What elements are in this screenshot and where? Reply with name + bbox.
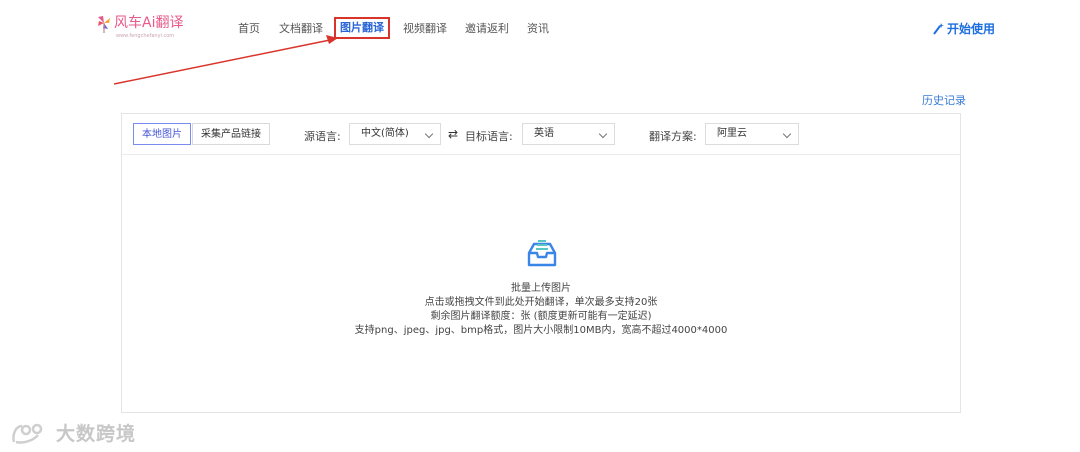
swap-languages-icon[interactable]: ⇄ [448,127,458,141]
target-language-select[interactable]: 英语 [522,123,615,145]
nav-video-translation[interactable]: 视频翻译 [403,20,447,36]
source-language-label: 源语言: [304,130,341,143]
upload-dropzone[interactable]: 批量上传图片 点击或拖拽文件到此处开始翻译，单次最多支持20张 剩余图片翻译额度… [122,155,960,413]
translation-plan-label: 翻译方案: [649,130,697,143]
watermark: 大数跨境 [10,419,136,446]
inbox-upload-icon [527,240,557,267]
nav-home[interactable]: 首页 [238,20,260,36]
start-using-button[interactable]: 开始使用 [932,20,995,37]
pinwheel-logo-icon [98,16,110,33]
source-language-select[interactable]: 中文(简体) [349,123,441,145]
logo[interactable]: 风车Ai翻译 www.fengchefanyi.com [96,14,184,39]
watermark-logo-icon [12,423,43,444]
chevron-down-icon [598,129,608,139]
source-language-value: 中文(简体) [361,128,409,139]
target-language-label: 目标语言: [465,130,513,143]
upload-format-line: 支持png、jpeg、jpg、bmp格式，图片大小限制10MB内，宽高不超过40… [354,325,728,336]
chevron-down-icon [424,129,434,139]
toolbar: 本地图片 采集产品链接 源语言: 中文(简体) ⇄ 目标语言: 英语 翻译方案:… [122,114,960,155]
target-language-value: 英语 [534,128,554,139]
upload-quota-line: 剩余图片翻译额度：张 (额度更新可能有一定延迟) [430,311,652,322]
history-link[interactable]: 历史记录 [922,92,966,108]
nav-news[interactable]: 资讯 [527,20,549,36]
logo-subtext: www.fengchefanyi.com [116,33,175,39]
nav-document-translation[interactable]: 文档翻译 [279,20,323,36]
upload-hint-line1: 点击或拖拽文件到此处开始翻译，单次最多支持20张 [424,297,658,308]
translation-plan-select[interactable]: 阿里云 [705,123,799,145]
nav-invite-rebate[interactable]: 邀请返利 [465,20,509,36]
magic-wand-icon [933,22,944,35]
translation-panel: 本地图片 采集产品链接 源语言: 中文(简体) ⇄ 目标语言: 英语 翻译方案:… [121,113,961,413]
start-using-label: 开始使用 [947,22,996,36]
logo-text: 风车Ai翻译 [114,15,184,31]
nav-image-translation[interactable]: 图片翻译 [334,17,390,39]
tab-collect-product-link[interactable]: 采集产品链接 [192,123,270,145]
chevron-down-icon [782,129,792,139]
tab-local-images[interactable]: 本地图片 [133,123,191,145]
watermark-text: 大数跨境 [56,423,137,445]
upload-title: 批量上传图片 [511,283,571,294]
translation-plan-value: 阿里云 [717,128,747,139]
